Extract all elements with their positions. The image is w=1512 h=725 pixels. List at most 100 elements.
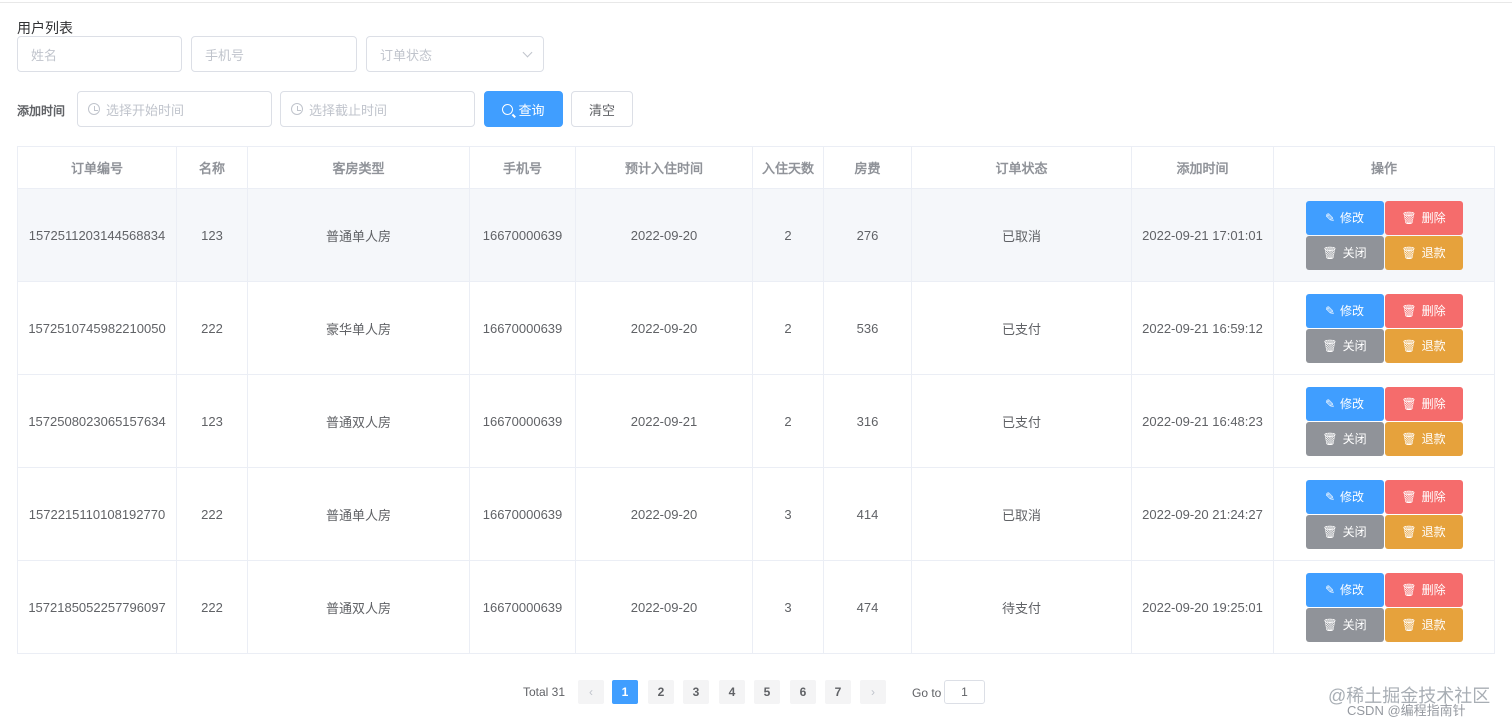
edit-button[interactable]: ✎ 修改 <box>1305 479 1384 514</box>
days-cell: 2 <box>752 188 824 282</box>
order-id-cell: 1572185052257796097 <box>17 560 177 654</box>
days-cell: 2 <box>752 281 824 375</box>
prev-page-button[interactable]: ‹ <box>578 680 604 704</box>
start-time-picker[interactable]: 选择开始时间 <box>77 91 272 127</box>
checkin-date-cell: 2022-09-21 <box>575 374 753 468</box>
order-id-cell: 1572510745982210050 <box>17 281 177 375</box>
end-time-picker[interactable]: 选择截止时间 <box>280 91 475 127</box>
room-type-cell: 普通单人房 <box>247 467 470 561</box>
delete-label: 删除 <box>1421 397 1446 411</box>
checkin-date-cell: 2022-09-20 <box>575 188 753 282</box>
name-cell: 123 <box>176 188 248 282</box>
clear-button-label: 清空 <box>588 102 615 118</box>
page-button-5[interactable]: 5 <box>754 680 780 704</box>
days-cell: 2 <box>752 374 824 468</box>
refund-button[interactable]: 🗑 退款 <box>1384 421 1463 456</box>
table-row: 1572508023065157634 123 普通双人房 1667000063… <box>17 374 1495 468</box>
column-header: 预计入住时间 <box>575 146 753 189</box>
delete-label: 删除 <box>1421 583 1446 597</box>
edit-button[interactable]: ✎ 修改 <box>1305 386 1384 421</box>
search-button[interactable]: 查询 <box>484 91 563 127</box>
table-row: 1572215110108192770 222 普通单人房 1667000063… <box>17 467 1495 561</box>
days-cell: 3 <box>752 560 824 654</box>
refund-button[interactable]: 🗑 退款 <box>1384 328 1463 363</box>
days-cell: 3 <box>752 467 824 561</box>
delete-button[interactable]: 🗑 删除 <box>1384 293 1463 328</box>
page-button-7[interactable]: 7 <box>825 680 851 704</box>
actions-cell: ✎ 修改 🗑 删除 🗑 关闭 🗑 退款 <box>1273 188 1495 282</box>
refund-button[interactable]: 🗑 退款 <box>1384 235 1463 270</box>
close-button[interactable]: 🗑 关闭 <box>1305 328 1384 363</box>
clock-icon <box>291 103 303 115</box>
trash-icon: 🗑 <box>1401 582 1417 597</box>
refund-button[interactable]: 🗑 退款 <box>1384 514 1463 549</box>
column-header: 名称 <box>176 146 248 189</box>
edit-label: 修改 <box>1340 211 1365 225</box>
search-button-label: 查询 <box>518 102 545 118</box>
fee-cell: 536 <box>823 281 912 375</box>
end-time-placeholder: 选择截止时间 <box>309 102 388 118</box>
close-button[interactable]: 🗑 关闭 <box>1305 607 1384 642</box>
clock-icon <box>88 103 100 115</box>
order-status-placeholder: 订单状态 <box>380 47 433 63</box>
chevron-down-icon <box>522 47 533 58</box>
refund-button[interactable]: 🗑 退款 <box>1384 607 1463 642</box>
page-button-3[interactable]: 3 <box>683 680 709 704</box>
column-header: 房费 <box>823 146 912 189</box>
actions-cell: ✎ 修改 🗑 删除 🗑 关闭 🗑 退款 <box>1273 467 1495 561</box>
table-row: 1572510745982210050 222 豪华单人房 1667000063… <box>17 281 1495 375</box>
trash-icon: 🗑 <box>1322 338 1338 353</box>
room-type-cell: 普通双人房 <box>247 560 470 654</box>
next-page-button[interactable]: › <box>860 680 886 704</box>
watermark-csdn: CSDN @编程指南针 <box>1347 703 1466 718</box>
order-id-cell: 1572511203144568834 <box>17 188 177 282</box>
top-divider <box>0 2 1512 3</box>
close-button[interactable]: 🗑 关闭 <box>1305 421 1384 456</box>
pagination-total: Total 31 <box>523 685 566 699</box>
delete-button[interactable]: 🗑 删除 <box>1384 479 1463 514</box>
pencil-icon: ✎ <box>1324 210 1336 225</box>
trash-icon: 🗑 <box>1322 431 1338 446</box>
close-button[interactable]: 🗑 关闭 <box>1305 514 1384 549</box>
checkin-date-cell: 2022-09-20 <box>575 281 753 375</box>
added-time-cell: 2022-09-20 21:24:27 <box>1131 467 1274 561</box>
order-status-select[interactable]: 订单状态 <box>366 36 544 72</box>
trash-icon: 🗑 <box>1401 489 1417 504</box>
trash-icon: 🗑 <box>1322 617 1338 632</box>
close-label: 关闭 <box>1342 618 1367 632</box>
edit-button[interactable]: ✎ 修改 <box>1305 293 1384 328</box>
page-button-1[interactable]: 1 <box>612 680 638 704</box>
actions-cell: ✎ 修改 🗑 删除 🗑 关闭 🗑 退款 <box>1273 281 1495 375</box>
page-button-2[interactable]: 2 <box>648 680 674 704</box>
page-button-4[interactable]: 4 <box>719 680 745 704</box>
trash-icon: 🗑 <box>1401 617 1417 632</box>
delete-button[interactable]: 🗑 删除 <box>1384 200 1463 235</box>
column-header: 操作 <box>1273 146 1495 189</box>
room-type-cell: 普通单人房 <box>247 188 470 282</box>
order-id-cell: 1572215110108192770 <box>17 467 177 561</box>
clear-button[interactable]: 清空 <box>571 91 633 127</box>
phone-cell: 16670000639 <box>469 374 576 468</box>
fee-cell: 276 <box>823 188 912 282</box>
status-cell: 已支付 <box>911 281 1132 375</box>
trash-icon: 🗑 <box>1322 524 1338 539</box>
trash-icon: 🗑 <box>1401 431 1417 446</box>
column-header: 订单状态 <box>911 146 1132 189</box>
refund-label: 退款 <box>1421 618 1446 632</box>
column-header: 添加时间 <box>1131 146 1274 189</box>
delete-button[interactable]: 🗑 删除 <box>1384 386 1463 421</box>
edit-button[interactable]: ✎ 修改 <box>1305 200 1384 235</box>
phone-input[interactable]: 手机号 <box>191 36 357 72</box>
close-button[interactable]: 🗑 关闭 <box>1305 235 1384 270</box>
goto-page-input[interactable]: 1 <box>944 680 985 704</box>
page-button-6[interactable]: 6 <box>790 680 816 704</box>
goto-label: Go to <box>912 686 942 700</box>
name-input[interactable]: 姓名 <box>17 36 182 72</box>
delete-button[interactable]: 🗑 删除 <box>1384 572 1463 607</box>
add-time-label: 添加时间 <box>17 104 66 118</box>
order-id-cell: 1572508023065157634 <box>17 374 177 468</box>
phone-cell: 16670000639 <box>469 560 576 654</box>
edit-button[interactable]: ✎ 修改 <box>1305 572 1384 607</box>
pagination: Total 31 ‹ 1 2 3 4 5 6 7 › Go to 1 <box>0 680 1512 704</box>
pencil-icon: ✎ <box>1324 582 1336 597</box>
